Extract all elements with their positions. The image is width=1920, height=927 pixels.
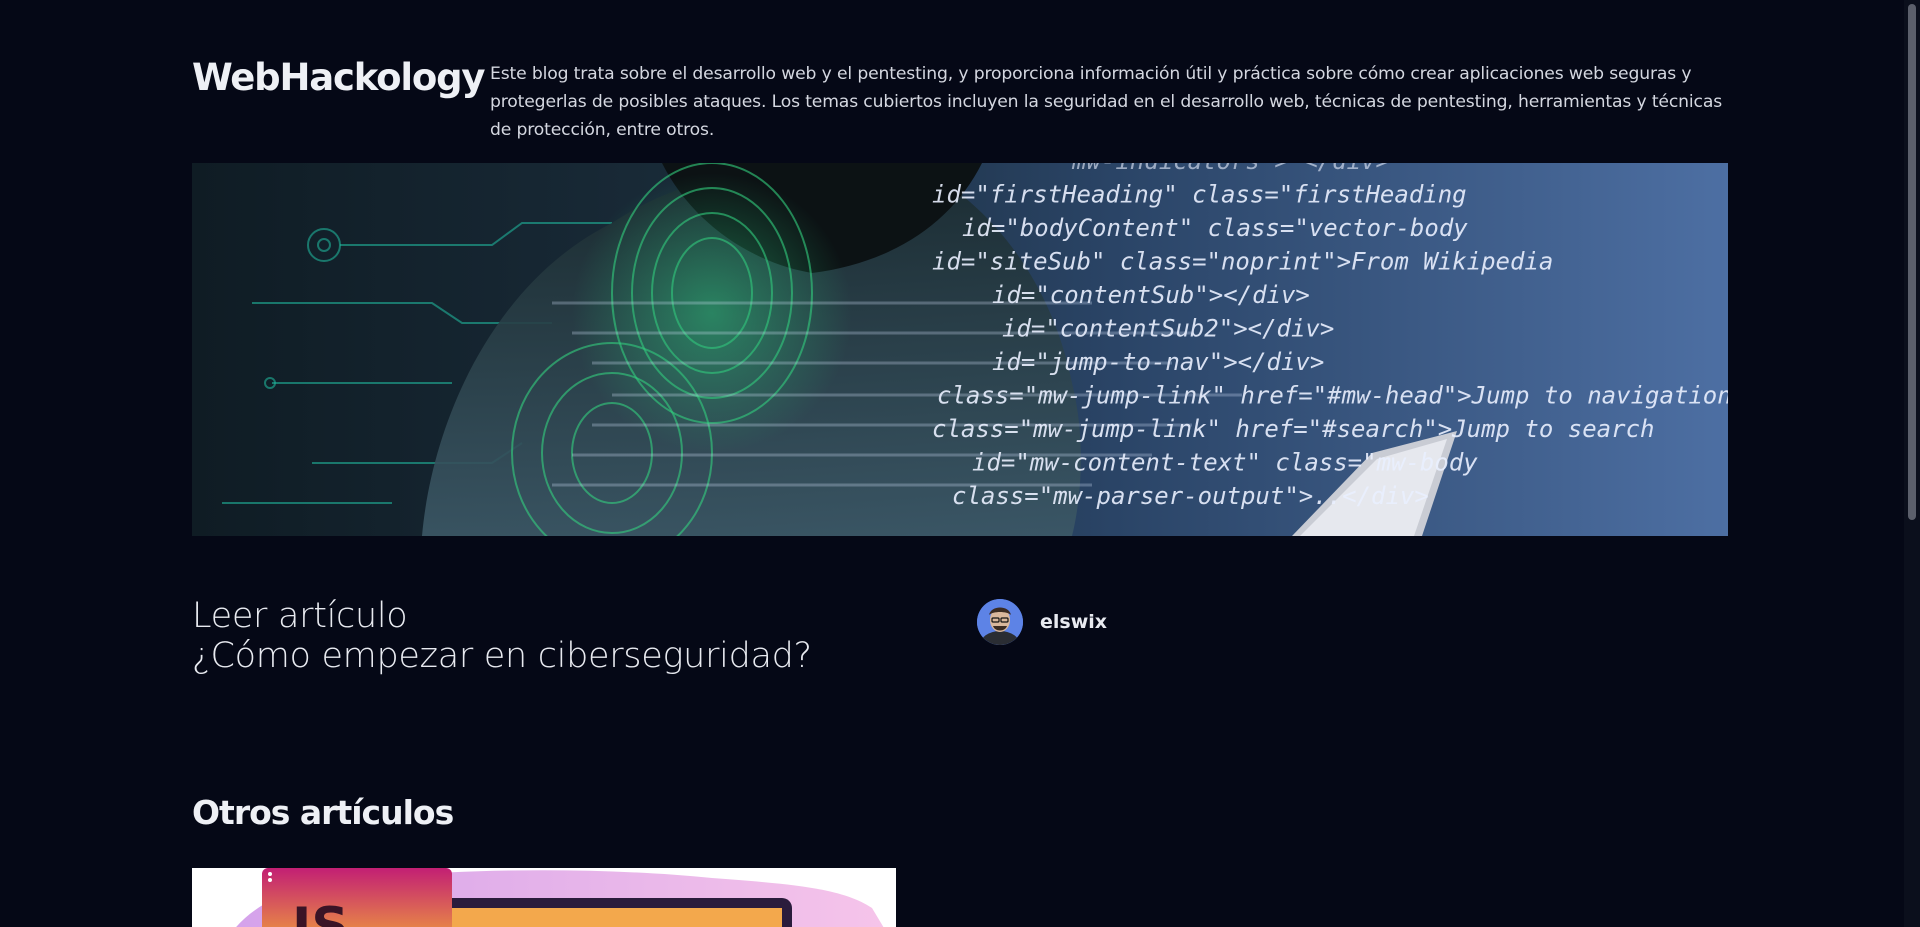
site-title[interactable]: WebHackology [192, 56, 490, 99]
hero-image: mw-indicators"> </div> id="firstHeading" … [192, 163, 1728, 536]
featured-article: Leer artículo ¿Cómo empezar en cibersegu… [192, 596, 1728, 676]
article-card-image[interactable]: JS [192, 868, 896, 927]
page-scrollbar[interactable] [1904, 0, 1920, 927]
hero-code-line: id="bodyContent" class="vector-body [962, 214, 1468, 242]
hero-code-line: class="mw-jump-link" href="#search">Jump… [932, 415, 1654, 443]
author-name[interactable]: elswix [1040, 611, 1107, 633]
author[interactable]: elswix [977, 599, 1107, 645]
hero-code-line: id="firstHeading" class="firstHeading [932, 181, 1467, 209]
featured-article-title[interactable]: ¿Cómo empezar en ciberseguridad? [192, 636, 1728, 676]
site-header: WebHackology Este blog trata sobre el de… [192, 56, 1728, 144]
hero-code-line: id="contentSub2"></div> [1002, 315, 1334, 343]
hero-code-line: mw-indicators"> </div> [1071, 163, 1390, 175]
hero-code-line: class="mw-parser-output">..</div> [952, 482, 1429, 510]
other-articles-heading: Otros artículos [192, 793, 454, 832]
site-description: Este blog trata sobre el desarrollo web … [490, 64, 1723, 140]
author-avatar [977, 599, 1023, 645]
hero-code-line: class="mw-jump-link" href="#mw-head">Jum… [937, 382, 1728, 410]
hero-code-line: id="contentSub"></div> [992, 281, 1310, 309]
page: WebHackology Este blog trata sobre el de… [0, 0, 1904, 927]
scrollbar-thumb[interactable] [1908, 4, 1916, 520]
hero-code-line: id="mw-content-text" class="mw-body [972, 449, 1478, 477]
hero-code-line: id="siteSub" class="noprint">From Wikipe… [932, 248, 1553, 276]
hero-code-line: id="jump-to-nav"></div> [992, 348, 1324, 376]
svg-text:JS: JS [289, 897, 349, 927]
read-article-link[interactable]: Leer artículo [192, 596, 1728, 636]
